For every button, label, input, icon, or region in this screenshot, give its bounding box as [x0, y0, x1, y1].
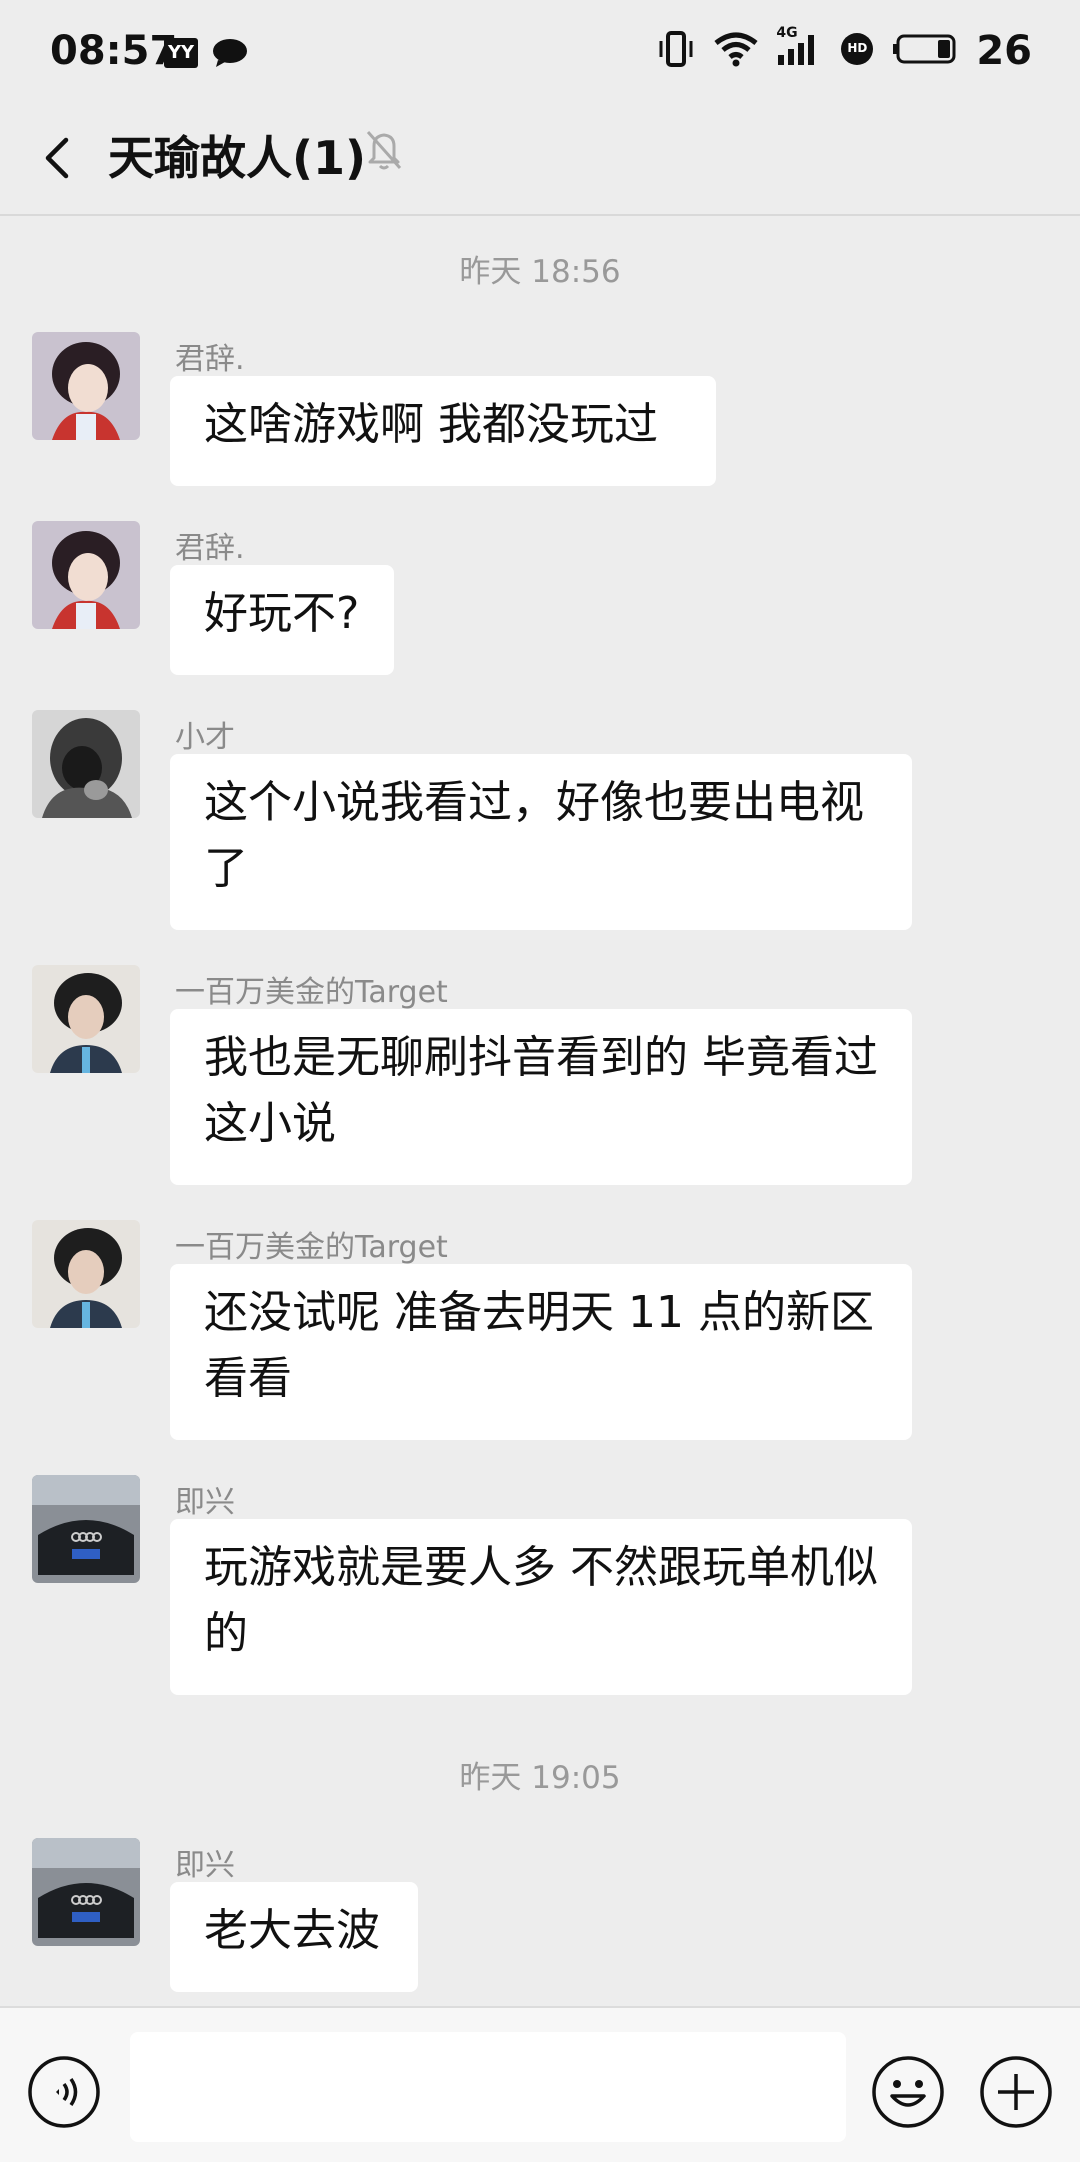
hd-icon: HD: [840, 32, 874, 70]
muted-bell-icon: [364, 128, 404, 176]
battery-percent: 26: [976, 28, 1032, 74]
sender-name: 君辞.: [175, 531, 245, 566]
message-input[interactable]: [130, 2032, 846, 2142]
avatar[interactable]: [32, 1220, 140, 1328]
chat-notification-icon: [212, 38, 248, 72]
message-bubble[interactable]: 这个小说我看过，好像也要出电视了: [170, 754, 912, 930]
status-bar: 08:57 YY 4G HD 26: [0, 0, 1080, 108]
voice-input-button[interactable]: [26, 2054, 102, 2134]
message-bubble[interactable]: 还没试呢 准备去明天 11 点的新区看看: [170, 1264, 912, 1440]
message-bubble[interactable]: 玩游戏就是要人多 不然跟玩单机似的: [170, 1519, 912, 1695]
emoji-button[interactable]: [870, 2054, 946, 2134]
sender-name: 君辞.: [175, 342, 245, 377]
wifi-icon: [714, 31, 758, 71]
chat-header: 天瑜故人(1): [0, 108, 1080, 216]
avatar[interactable]: [32, 521, 140, 629]
message-bubble[interactable]: 我也是无聊刷抖音看到的 毕竟看过这小说: [170, 1009, 912, 1185]
avatar[interactable]: [32, 1838, 140, 1946]
avatar[interactable]: [32, 710, 140, 818]
message-list[interactable]: 昨天 18:56 君辞. 这啥游戏啊 我都没玩过 君辞. 好玩不? 小才 这个小…: [0, 216, 1080, 2006]
sender-name: 小才: [175, 720, 235, 755]
sender-name: 一百万美金的Target: [175, 975, 448, 1010]
signal-icon: 4G: [776, 25, 822, 71]
time-separator: 昨天 19:05: [459, 1760, 621, 1796]
message-bubble[interactable]: 这啥游戏啊 我都没玩过: [170, 376, 716, 486]
input-bar: [0, 2006, 1080, 2162]
sender-name: 一百万美金的Target: [175, 1230, 448, 1265]
group-title: 天瑜故人(1): [108, 131, 367, 185]
avatar[interactable]: [32, 965, 140, 1073]
avatar[interactable]: [32, 332, 140, 440]
status-time: 08:57: [50, 28, 178, 74]
message-bubble[interactable]: 好玩不?: [170, 565, 394, 675]
yy-app-icon: YY: [164, 38, 198, 68]
back-button[interactable]: [36, 126, 76, 190]
battery-icon: [892, 33, 958, 69]
more-options-button[interactable]: [978, 2054, 1054, 2134]
sender-name: 即兴: [175, 1848, 235, 1883]
time-separator: 昨天 18:56: [459, 254, 621, 290]
sender-name: 即兴: [175, 1485, 235, 1520]
avatar[interactable]: [32, 1475, 140, 1583]
message-bubble[interactable]: 老大去波: [170, 1882, 418, 1992]
vibrate-icon: [656, 29, 696, 73]
